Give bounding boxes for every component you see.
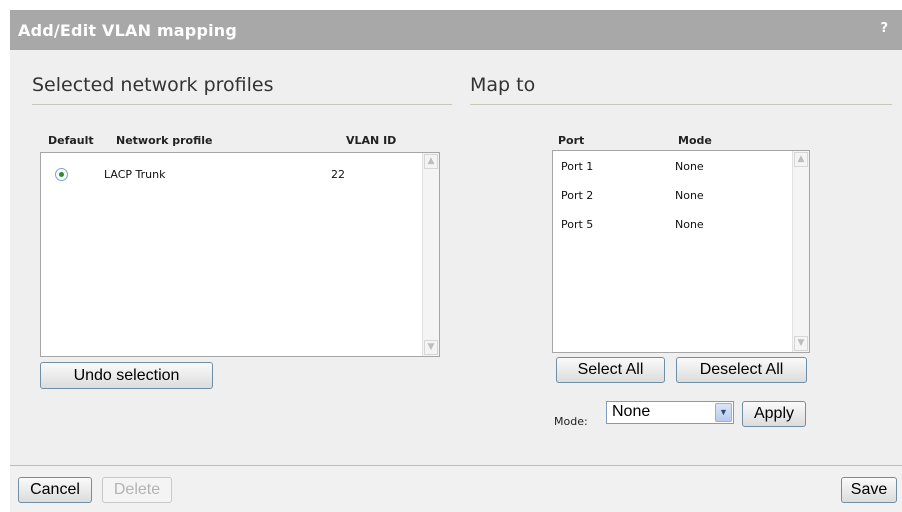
mode-cell: None [675,218,704,231]
mode-label: Mode: [554,415,588,428]
left-heading-divider [32,104,452,105]
column-header-port: Port [558,134,585,147]
profiles-scrollbar[interactable]: ▲ ▼ [422,153,439,356]
port-cell: Port 2 [561,189,594,202]
map-to-heading: Map to [470,74,536,96]
default-radio[interactable] [55,168,68,181]
radio-selected-dot [59,172,64,177]
cancel-button[interactable]: Cancel [18,477,92,503]
right-heading-divider [470,104,892,105]
dialog-footer: Cancel Delete Save [10,466,902,512]
scroll-down-icon[interactable]: ▼ [794,336,808,351]
chevron-down-icon[interactable]: ▼ [715,403,732,422]
delete-button: Delete [102,477,172,503]
mode-cell: None [675,189,704,202]
vlan-mapping-dialog: Add/Edit VLAN mapping ? Selected network… [10,10,902,512]
scroll-down-icon[interactable]: ▼ [424,340,438,355]
ports-list[interactable]: Port 1 None Port 2 None Port 5 None ▲ ▼ [552,150,810,353]
vlan-id-cell: 22 [331,168,345,181]
mode-select-value: None [612,403,651,420]
undo-selection-button[interactable]: Undo selection [40,362,213,389]
network-profiles-list[interactable]: LACP Trunk 22 ▲ ▼ [40,152,440,357]
port-cell: Port 1 [561,160,594,173]
deselect-all-button[interactable]: Deselect All [676,357,807,383]
column-header-default: Default [48,134,94,147]
column-header-network-profile: Network profile [116,134,213,147]
column-header-mode: Mode [678,134,712,147]
dialog-title: Add/Edit VLAN mapping [18,21,238,40]
apply-button[interactable]: Apply [742,401,806,427]
scroll-up-icon[interactable]: ▲ [424,154,438,169]
network-profile-cell: LACP Trunk [104,168,166,181]
scroll-up-icon[interactable]: ▲ [794,152,808,167]
selected-profiles-heading: Selected network profiles [32,74,274,96]
port-cell: Port 5 [561,218,594,231]
dialog-titlebar: Add/Edit VLAN mapping ? [10,10,902,50]
help-button[interactable]: ? [880,21,888,36]
ports-scrollbar[interactable]: ▲ ▼ [792,151,809,352]
select-all-button[interactable]: Select All [556,357,665,383]
mode-select[interactable]: None ▼ [606,401,734,424]
save-button[interactable]: Save [841,477,897,503]
mode-cell: None [675,160,704,173]
column-header-vlan-id: VLAN ID [346,134,397,147]
